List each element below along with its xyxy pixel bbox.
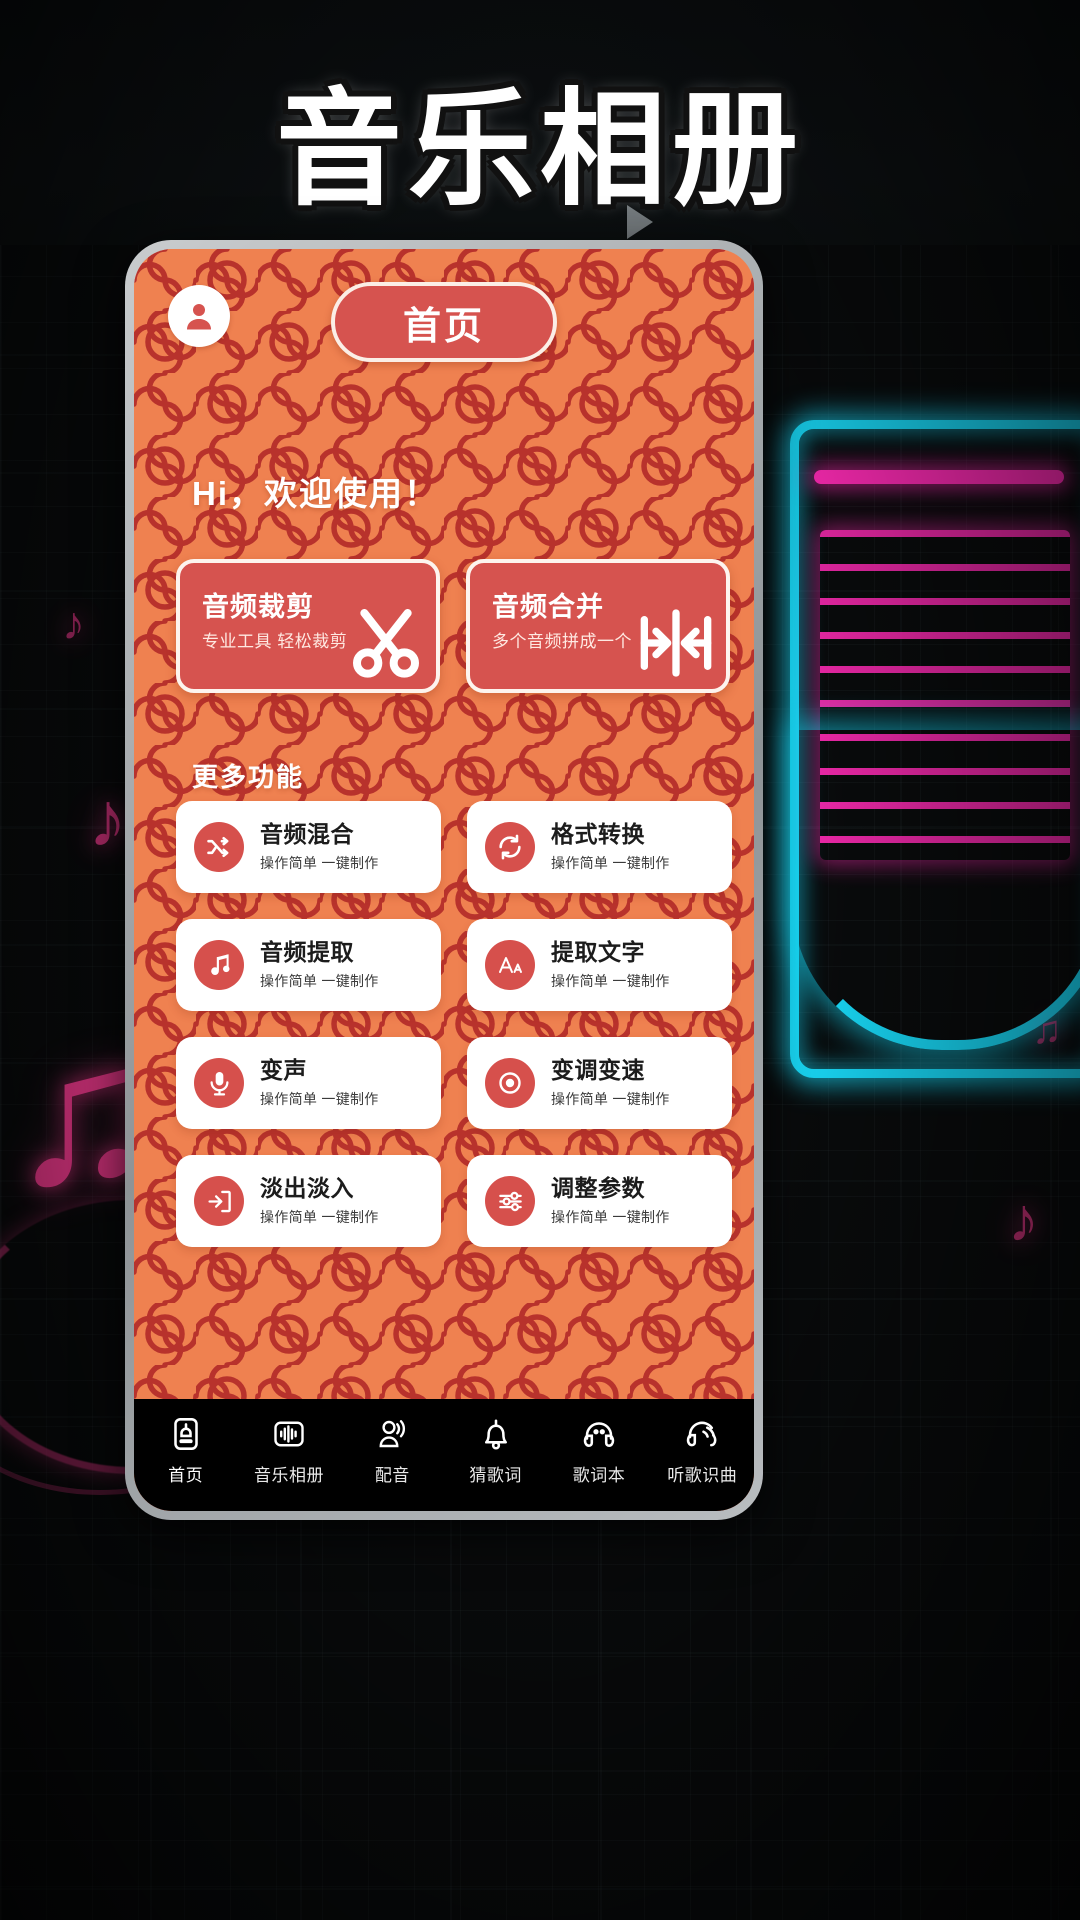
feature-card-audio-trim[interactable]: 音频裁剪 专业工具 轻松裁剪 <box>176 559 440 693</box>
nav-item-dubbing[interactable]: 配音 <box>343 1411 442 1486</box>
app-header: 首页 <box>134 249 754 367</box>
tool-subtitle: 操作简单 一键制作 <box>551 972 670 989</box>
listen-identify-icon <box>684 1411 720 1457</box>
more-features-heading: 更多功能 <box>192 762 305 792</box>
music-note-icon <box>194 940 244 990</box>
feature-card-subtitle: 多个音频拼成一个 <box>492 632 632 651</box>
tool-title: 调整参数 <box>551 1175 645 1202</box>
tool-subtitle: 操作简单 一键制作 <box>260 1208 379 1225</box>
bell-icon <box>478 1411 514 1457</box>
shuffle-icon <box>194 822 244 872</box>
sliders-icon <box>485 1176 535 1226</box>
dubbing-person-icon <box>374 1411 410 1457</box>
feature-card-subtitle: 专业工具 轻松裁剪 <box>202 632 348 651</box>
tool-title: 音频混合 <box>260 821 354 848</box>
tool-title: 淡出淡入 <box>260 1175 354 1202</box>
headphones-icon <box>581 1411 617 1457</box>
tool-subtitle: 操作简单 一键制作 <box>260 1090 379 1107</box>
tool-title: 变调变速 <box>551 1057 645 1084</box>
tool-subtitle: 操作简单 一键制作 <box>551 1090 670 1107</box>
nav-label: 猜歌词 <box>469 1466 522 1485</box>
tool-tile-extract-text[interactable]: 提取文字 操作简单 一键制作 <box>467 919 732 1011</box>
home-tab-pill[interactable]: 首页 <box>331 282 557 362</box>
nav-item-song-recognition[interactable]: 听歌识曲 <box>653 1411 752 1486</box>
tool-tile-fade-in-out[interactable]: 淡出淡入 操作简单 一键制作 <box>176 1155 441 1247</box>
tool-tile-adjust-params[interactable]: 调整参数 操作简单 一键制作 <box>467 1155 732 1247</box>
poster-title: 音乐相册 <box>276 76 804 223</box>
tool-tile-audio-extract[interactable]: 音频提取 操作简单 一键制作 <box>176 919 441 1011</box>
bottom-navigation-bar: 首页 音乐相册 配音 猜歌词 歌词本 听歌识曲 <box>134 1399 754 1511</box>
fade-in-out-icon <box>194 1176 244 1226</box>
tool-subtitle: 操作简单 一键制作 <box>551 854 670 871</box>
tool-title: 格式转换 <box>551 821 645 848</box>
greeting-text: Hi，欢迎使用！ <box>192 475 439 512</box>
home-bell-card-icon <box>168 1411 204 1457</box>
nav-item-lyrics-book[interactable]: 歌词本 <box>549 1411 648 1486</box>
tool-title: 音频提取 <box>260 939 354 966</box>
font-size-aa-icon <box>485 940 535 990</box>
tool-tile-voice-change[interactable]: 变声 操作简单 一键制作 <box>176 1037 441 1129</box>
nav-item-guess-lyrics[interactable]: 猜歌词 <box>446 1411 545 1486</box>
tool-tile-format-convert[interactable]: 格式转换 操作简单 一键制作 <box>467 801 732 893</box>
nav-label: 配音 <box>374 1466 410 1485</box>
feature-card-row: 音频裁剪 专业工具 轻松裁剪 音频合并 多个音频拼成一个 <box>176 559 730 693</box>
disc-knob-icon <box>485 1058 535 1108</box>
scissors-icon <box>352 609 420 678</box>
feature-card-title: 音频合并 <box>492 592 604 622</box>
user-avatar-icon[interactable] <box>168 285 230 347</box>
waveform-square-icon <box>271 1411 307 1457</box>
feature-card-title: 音频裁剪 <box>202 592 314 622</box>
nav-label: 歌词本 <box>572 1466 626 1485</box>
tool-title: 变声 <box>260 1057 307 1084</box>
merge-arrows-icon <box>640 609 712 677</box>
tool-subtitle: 操作简单 一键制作 <box>260 854 379 871</box>
tool-subtitle: 操作简单 一键制作 <box>260 972 379 989</box>
nav-item-music-album[interactable]: 音乐相册 <box>239 1411 338 1486</box>
nav-label: 听歌识曲 <box>667 1466 738 1485</box>
tool-subtitle: 操作简单 一键制作 <box>551 1208 670 1225</box>
nav-label: 首页 <box>168 1466 204 1485</box>
tool-grid: 音频混合 操作简单 一键制作 格式转换 操作简单 一键制作 音频提取 操作简单 … <box>176 801 732 1247</box>
tool-tile-audio-mix[interactable]: 音频混合 操作简单 一键制作 <box>176 801 441 893</box>
phone-frame: 首页 Hi，欢迎使用！ 音频裁剪 专业工具 轻松裁剪 音频合并 多个音频拼成一个 <box>125 240 763 1520</box>
nav-item-home[interactable]: 首页 <box>136 1411 235 1486</box>
microphone-icon <box>194 1058 244 1108</box>
tool-tile-pitch-speed[interactable]: 变调变速 操作简单 一键制作 <box>467 1037 732 1129</box>
feature-card-audio-merge[interactable]: 音频合并 多个音频拼成一个 <box>466 559 730 693</box>
tool-title: 提取文字 <box>551 939 645 966</box>
refresh-sync-icon <box>485 822 535 872</box>
nav-label: 音乐相册 <box>253 1466 324 1485</box>
phone-screen: 首页 Hi，欢迎使用！ 音频裁剪 专业工具 轻松裁剪 音频合并 多个音频拼成一个 <box>134 249 754 1511</box>
